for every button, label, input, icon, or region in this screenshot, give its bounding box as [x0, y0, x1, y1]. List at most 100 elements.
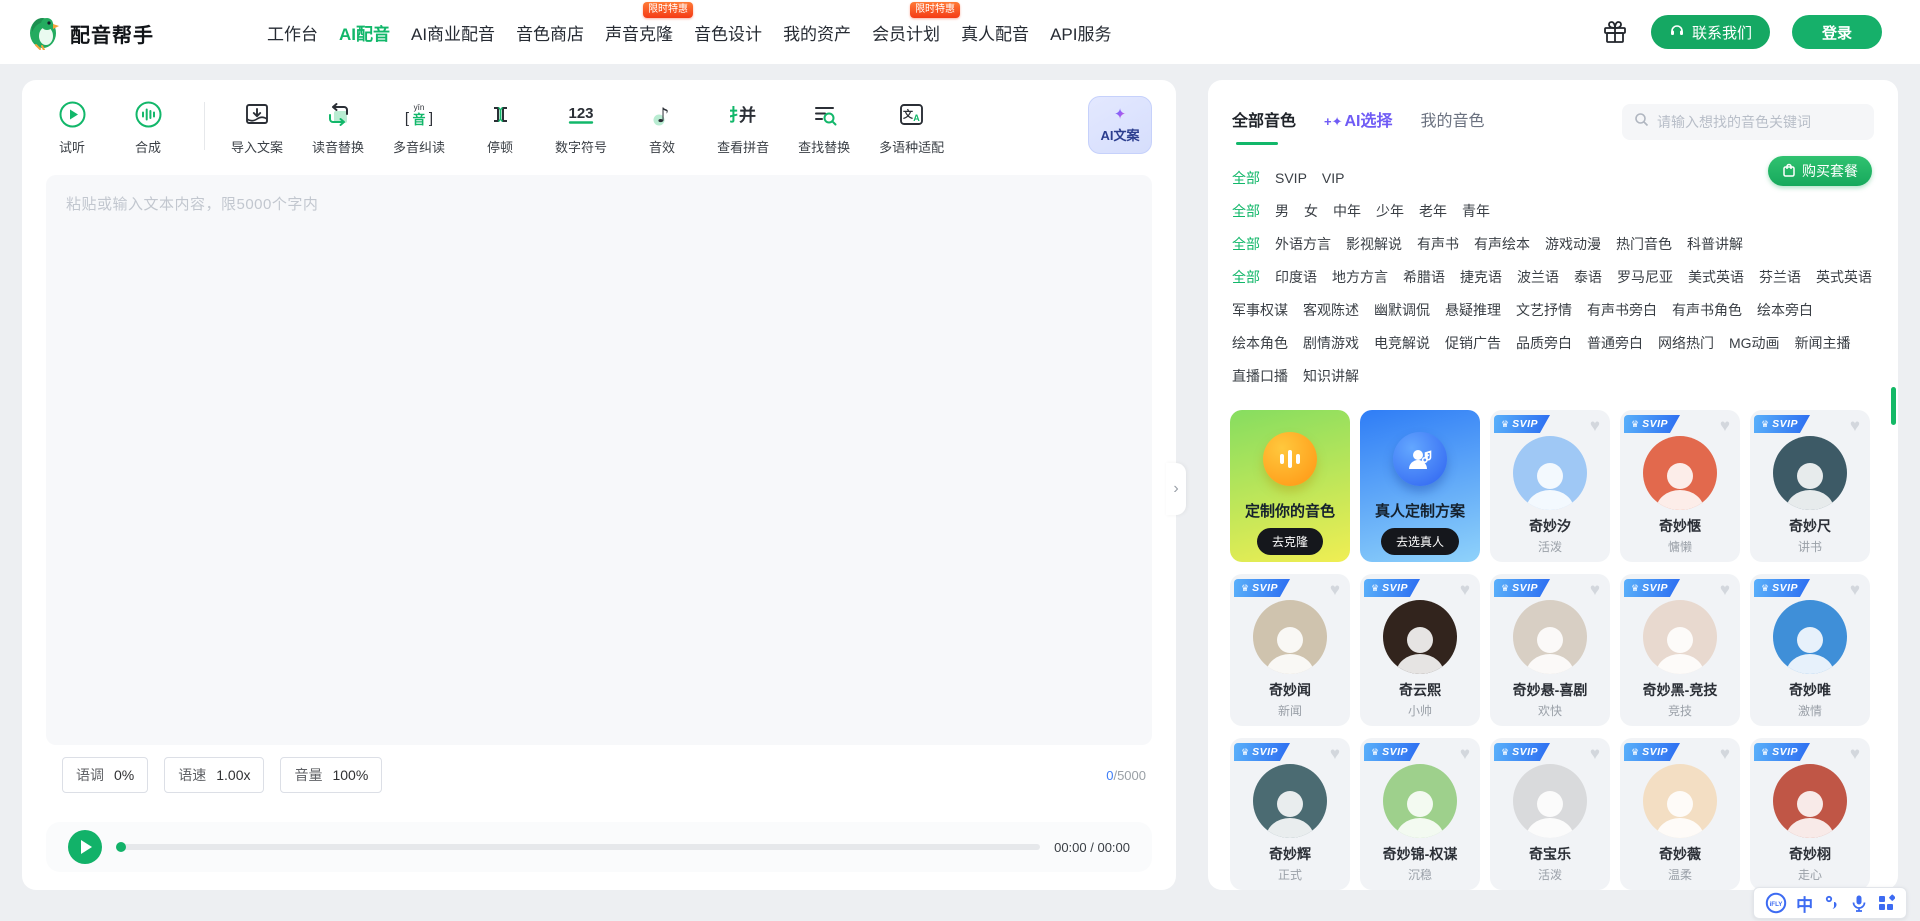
buy-package-button[interactable]: 购买套餐 — [1768, 156, 1872, 186]
collapse-panel-handle[interactable]: › — [1166, 463, 1186, 515]
filter-tag[interactable]: 剧情游戏 — [1303, 333, 1359, 353]
filter-tag[interactable]: 芬兰语 — [1759, 267, 1801, 287]
filter-tag[interactable]: 地方方言 — [1332, 267, 1388, 287]
nav-item[interactable]: 工作台 — [267, 16, 318, 49]
filter-tag[interactable]: 英式英语 — [1816, 267, 1872, 287]
favorite-heart-icon[interactable]: ♥ — [1590, 580, 1600, 600]
filter-tag[interactable]: 罗马尼亚 — [1617, 267, 1673, 287]
play-button[interactable] — [68, 830, 102, 864]
chinese-mode-icon[interactable]: 中 — [1796, 891, 1813, 916]
filter-tag[interactable]: 文艺抒情 — [1516, 300, 1572, 320]
filter-tag[interactable]: 电竞解说 — [1374, 333, 1430, 353]
ai-copywriting-button[interactable]: ✦ AI文案 — [1088, 96, 1152, 154]
voice-card[interactable]: ♛ SVIP ♥ 奇妙薇 温柔 — [1620, 738, 1740, 890]
toolbar-button[interactable]: 读音替换 — [312, 100, 364, 156]
voice-card[interactable]: ♛ SVIP ♥ 奇妙栩 走心 — [1750, 738, 1870, 890]
filter-tag[interactable]: 中年 — [1333, 201, 1361, 221]
voice-param-chip[interactable]: 语速 1.00x — [164, 757, 264, 793]
favorite-heart-icon[interactable]: ♥ — [1330, 580, 1340, 600]
script-text-input[interactable]: 粘贴或输入文本内容，限5000个字内 — [46, 175, 1152, 745]
filter-all[interactable]: 全部 — [1232, 267, 1260, 287]
filter-tag[interactable]: 游戏动漫 — [1545, 234, 1601, 254]
clone-voice-promo-card[interactable]: 定制你的音色 去克隆 — [1230, 410, 1350, 562]
filter-tag[interactable]: 军事权谋 — [1232, 300, 1288, 320]
login-button[interactable]: 登录 — [1792, 15, 1882, 49]
seek-handle[interactable] — [116, 842, 126, 852]
filter-tag[interactable]: 新闻主播 — [1795, 333, 1851, 353]
filter-tag[interactable]: 有声书 — [1417, 234, 1459, 254]
filter-tag[interactable]: 网络热门 — [1658, 333, 1714, 353]
filter-tag[interactable]: VIP — [1322, 170, 1345, 186]
filter-tag[interactable]: 老年 — [1419, 201, 1447, 221]
ime-menu-grid-icon[interactable] — [1877, 894, 1895, 912]
gift-icon[interactable] — [1601, 18, 1629, 46]
nav-item[interactable]: 真人配音 — [961, 16, 1029, 49]
ifly-logo-icon[interactable]: iFLY — [1765, 892, 1787, 914]
filter-tag[interactable]: 美式英语 — [1688, 267, 1744, 287]
tab-ai-select[interactable]: +✦AI选择 — [1324, 107, 1393, 137]
favorite-heart-icon[interactable]: ♥ — [1720, 744, 1730, 764]
favorite-heart-icon[interactable]: ♥ — [1850, 580, 1860, 600]
seek-bar[interactable] — [116, 840, 1040, 854]
filter-tag[interactable]: 幽默调侃 — [1374, 300, 1430, 320]
favorite-heart-icon[interactable]: ♥ — [1330, 744, 1340, 764]
voice-param-chip[interactable]: 语调 0% — [62, 757, 148, 793]
filter-tag[interactable]: 外语方言 — [1275, 234, 1331, 254]
brand[interactable]: 配音帮手 — [26, 12, 154, 55]
nav-item[interactable]: 声音克隆 限时特惠 — [605, 16, 673, 49]
filter-tag[interactable]: 绘本角色 — [1232, 333, 1288, 353]
voice-card[interactable]: ♛ SVIP ♥ 奇宝乐 活泼 — [1490, 738, 1610, 890]
filter-tag[interactable]: 直播口播 — [1232, 366, 1288, 386]
go-clone-button[interactable]: 去克隆 — [1257, 528, 1323, 555]
filter-tag[interactable]: 泰语 — [1574, 267, 1602, 287]
toolbar-button[interactable]: 试听 — [46, 100, 98, 156]
microphone-icon[interactable] — [1850, 894, 1868, 912]
favorite-heart-icon[interactable]: ♥ — [1850, 416, 1860, 436]
filter-tag[interactable]: 青年 — [1462, 201, 1490, 221]
filter-tag[interactable]: MG动画 — [1729, 333, 1780, 353]
nav-item[interactable]: 音色商店 — [516, 16, 584, 49]
voice-card[interactable]: ♛ SVIP ♥ 奇妙唯 激情 — [1750, 574, 1870, 726]
filter-tag[interactable]: 科普讲解 — [1687, 234, 1743, 254]
favorite-heart-icon[interactable]: ♥ — [1460, 580, 1470, 600]
filter-tag[interactable]: 波兰语 — [1517, 267, 1559, 287]
filter-tag[interactable]: 绘本旁白 — [1757, 300, 1813, 320]
favorite-heart-icon[interactable]: ♥ — [1850, 744, 1860, 764]
favorite-heart-icon[interactable]: ♥ — [1590, 416, 1600, 436]
nav-item[interactable]: 音色设计 — [694, 16, 762, 49]
filter-tag[interactable]: 热门音色 — [1616, 234, 1672, 254]
punctuation-icon[interactable] — [1822, 894, 1840, 912]
pick-real-person-button[interactable]: 去选真人 — [1381, 528, 1459, 555]
voice-card[interactable]: ♛ SVIP ♥ 奇妙锦-权谋 沉稳 — [1360, 738, 1480, 890]
toolbar-button[interactable]: 123 数字符号 — [555, 100, 607, 156]
favorite-heart-icon[interactable]: ♥ — [1460, 744, 1470, 764]
filter-all[interactable]: 全部 — [1232, 234, 1260, 254]
nav-item[interactable]: 会员计划 限时特惠 — [872, 16, 940, 49]
voice-card[interactable]: ♛ SVIP ♥ 奇妙辉 正式 — [1230, 738, 1350, 890]
contact-us-button[interactable]: 联系我们 — [1651, 15, 1770, 49]
toolbar-button[interactable]: 扌并 查看拼音 — [717, 100, 769, 156]
scrollbar-thumb[interactable] — [1891, 387, 1896, 425]
filter-tag[interactable]: 捷克语 — [1460, 267, 1502, 287]
nav-item[interactable]: API服务 — [1050, 16, 1111, 49]
tab-my-voices[interactable]: 我的音色 — [1421, 107, 1485, 137]
filter-tag[interactable]: 品质旁白 — [1516, 333, 1572, 353]
toolbar-button[interactable]: 查找替换 — [798, 100, 850, 156]
filter-tag[interactable]: 有声绘本 — [1474, 234, 1530, 254]
real-person-promo-card[interactable]: 真人定制方案 去选真人 — [1360, 410, 1480, 562]
filter-tag[interactable]: 少年 — [1376, 201, 1404, 221]
favorite-heart-icon[interactable]: ♥ — [1720, 416, 1730, 436]
voice-card[interactable]: ♛ SVIP ♥ 奇云熙 小帅 — [1360, 574, 1480, 726]
voice-card[interactable]: ♛ SVIP ♥ 奇妙黑-竞技 竞技 — [1620, 574, 1740, 726]
filter-tag[interactable]: 影视解说 — [1346, 234, 1402, 254]
filter-tag[interactable]: 知识讲解 — [1303, 366, 1359, 386]
filter-tag[interactable]: 普通旁白 — [1587, 333, 1643, 353]
voice-card[interactable]: ♛ SVIP ♥ 奇妙尺 讲书 — [1750, 410, 1870, 562]
nav-item[interactable]: 我的资产 — [783, 16, 851, 49]
toolbar-button[interactable]: 合成 — [122, 100, 174, 156]
filter-tag[interactable]: 希腊语 — [1403, 267, 1445, 287]
filter-tag[interactable]: 有声书旁白 — [1587, 300, 1657, 320]
voice-card[interactable]: ♛ SVIP ♥ 奇妙惬 慵懒 — [1620, 410, 1740, 562]
filter-tag[interactable]: 有声书角色 — [1672, 300, 1742, 320]
toolbar-button[interactable]: 导入文案 — [231, 100, 283, 156]
